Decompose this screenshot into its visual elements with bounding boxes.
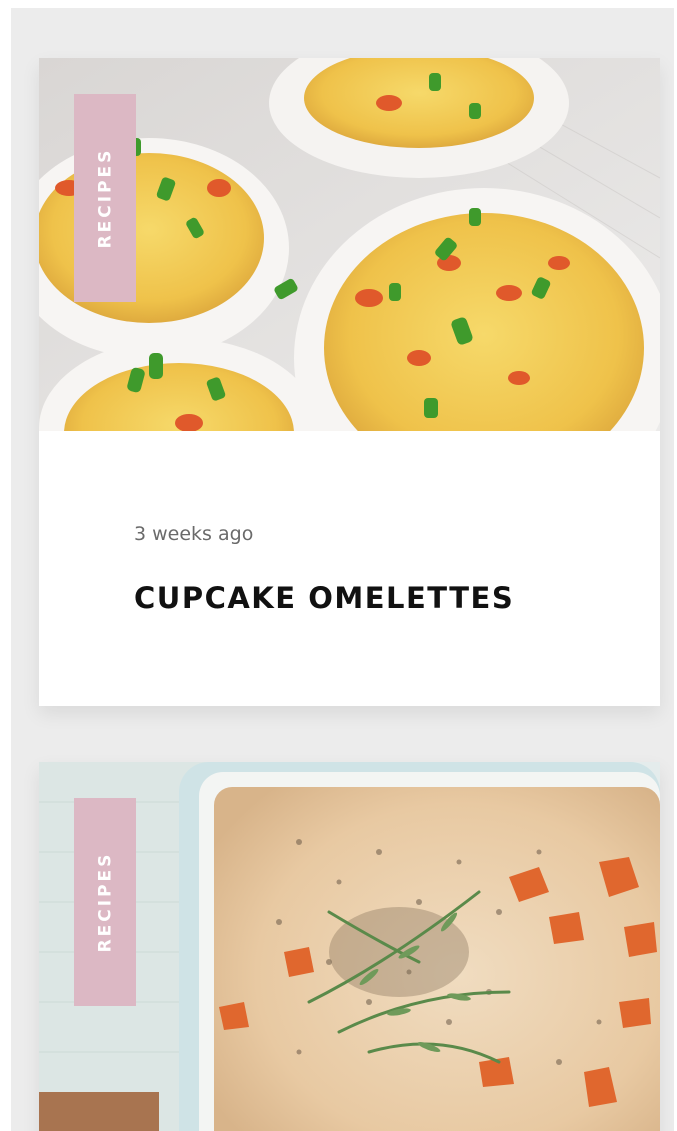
category-tag[interactable]: RECIPES (74, 798, 136, 1006)
page: RECIPES 3 weeks ago CUPCAKE OMELETTES RE… (0, 0, 677, 1131)
category-tag-label: RECIPES (95, 851, 116, 953)
category-tag[interactable]: RECIPES (74, 94, 136, 302)
post-feed: RECIPES 3 weeks ago CUPCAKE OMELETTES RE… (11, 8, 674, 1131)
category-tag-label: RECIPES (95, 147, 116, 249)
post-date: 3 weeks ago (134, 523, 254, 545)
post-title[interactable]: CUPCAKE OMELETTES (134, 581, 514, 615)
post-card-body: 3 weeks ago CUPCAKE OMELETTES (39, 431, 660, 706)
post-card-casserole[interactable]: RECIPES (39, 762, 660, 1131)
post-card-cupcake-omelettes[interactable]: RECIPES 3 weeks ago CUPCAKE OMELETTES (39, 58, 660, 706)
